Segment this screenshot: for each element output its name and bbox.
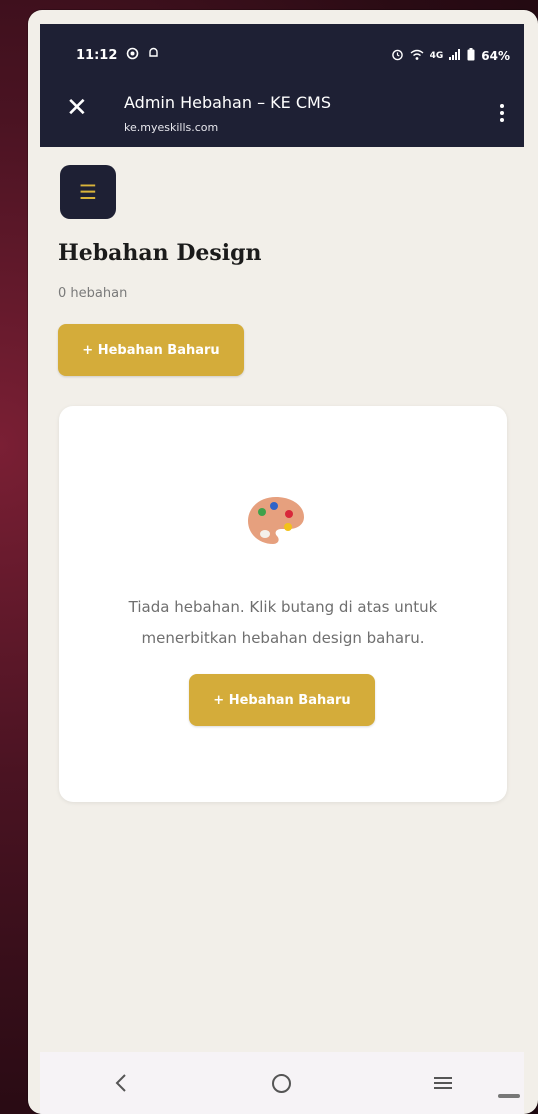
page-title: Hebahan Design — [58, 240, 262, 266]
hebahan-count: 0 hebahan — [58, 286, 128, 301]
wifi-icon — [410, 49, 424, 64]
recents-button[interactable] — [413, 1063, 473, 1103]
gesture-handle — [498, 1094, 520, 1098]
more-options-icon[interactable] — [494, 104, 510, 126]
browser-header: 11:12 4G 64% ✕ Admin Hebahan – KE CMS ke… — [40, 24, 524, 147]
palette-icon — [245, 494, 307, 552]
empty-state-line-1: Tiada hebahan. Klik butang di atas untuk — [128, 598, 438, 616]
app-title: Admin Hebahan – KE CMS — [124, 93, 331, 112]
system-nav-bar — [40, 1052, 524, 1114]
status-right: 4G 64% — [391, 48, 510, 64]
notification-icon — [148, 47, 159, 63]
recents-icon — [434, 1074, 453, 1092]
empty-state-message: Tiada hebahan. Klik butang di atas untuk… — [59, 592, 507, 654]
home-icon — [272, 1073, 292, 1093]
empty-state-card: Tiada hebahan. Klik butang di atas untuk… — [59, 406, 507, 802]
new-hebahan-button[interactable]: + Hebahan Baharu — [58, 324, 244, 376]
back-button[interactable] — [91, 1063, 151, 1103]
alarm-icon — [391, 48, 404, 64]
close-icon[interactable]: ✕ — [66, 95, 88, 121]
page-content: ☰ Hebahan Design 0 hebahan + Hebahan Bah… — [40, 147, 524, 1052]
empty-state-new-button[interactable]: + Hebahan Baharu — [189, 674, 375, 726]
battery-level: 64% — [481, 49, 510, 63]
whatsapp-icon — [126, 47, 139, 63]
signal-icon — [449, 49, 461, 63]
status-time: 11:12 — [76, 48, 118, 63]
network-type: 4G — [429, 51, 444, 61]
battery-icon — [467, 48, 475, 64]
app-url: ke.myeskills.com — [124, 121, 219, 134]
hamburger-menu-button[interactable]: ☰ — [60, 165, 116, 219]
home-button[interactable] — [252, 1063, 312, 1103]
status-bar: 11:12 4G 64% — [40, 24, 524, 68]
app-bar: ✕ Admin Hebahan – KE CMS ke.myeskills.co… — [40, 86, 524, 146]
phone-frame: 11:12 4G 64% ✕ Admin Hebahan – KE CMS ke… — [28, 10, 538, 1114]
empty-state-line-2: menerbitkan hebahan design baharu. — [141, 629, 425, 647]
